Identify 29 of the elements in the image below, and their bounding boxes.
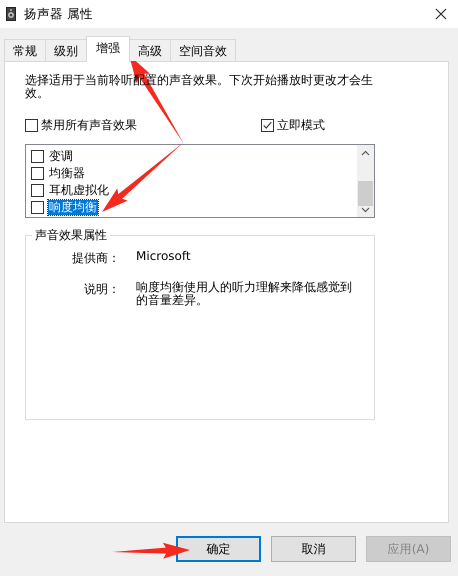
window-title: 扬声器 属性 — [24, 6, 93, 22]
scrollbar[interactable] — [357, 145, 374, 217]
list-item[interactable]: 均衡器 — [48, 166, 86, 181]
chevron-down-icon[interactable] — [361, 207, 370, 213]
property-value: Microsoft — [136, 250, 192, 265]
checkbox-label[interactable]: 禁用所有声音效果 — [41, 117, 137, 134]
speaker-icon — [6, 7, 16, 21]
checkbox[interactable] — [31, 167, 44, 180]
checkbox-label[interactable]: 立即模式 — [277, 117, 325, 134]
tab[interactable]: 高级 — [129, 39, 171, 61]
tab[interactable]: 增强 — [86, 36, 130, 62]
checkbox[interactable] — [31, 201, 44, 214]
close-icon[interactable] — [435, 8, 447, 20]
dialog-button[interactable]: 取消 — [271, 536, 356, 562]
dialog-button[interactable]: 确定 — [176, 536, 261, 562]
checkbox[interactable] — [31, 184, 44, 197]
property-label: 说明： — [83, 281, 120, 298]
group-title: 声音效果属性 — [32, 227, 110, 244]
chevron-up-icon[interactable] — [361, 150, 370, 156]
checkbox[interactable] — [31, 150, 44, 163]
property-value: 响度均衡使用人的听力理解来降低感觉到的音量差异。 — [136, 281, 353, 307]
list-item[interactable]: 响度均衡 — [48, 200, 98, 215]
tab[interactable]: 常规 — [4, 39, 46, 61]
tab[interactable]: 空间音效 — [170, 39, 236, 61]
property-label: 提供商： — [71, 250, 120, 267]
list-item[interactable]: 耳机虚拟化 — [48, 183, 110, 198]
checkbox[interactable] — [25, 119, 38, 132]
list-item[interactable]: 变调 — [48, 149, 74, 164]
checkbox[interactable] — [261, 119, 274, 132]
